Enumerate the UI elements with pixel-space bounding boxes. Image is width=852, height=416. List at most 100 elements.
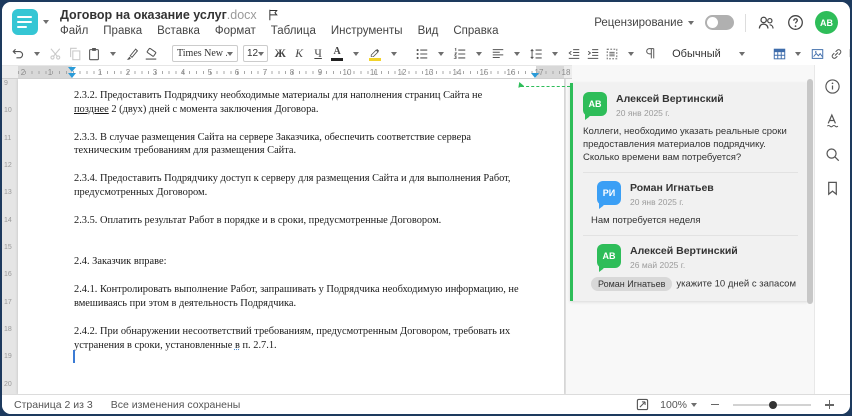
menu-tools[interactable]: Инструменты (331, 25, 403, 37)
zoom-level-dropdown[interactable]: 100% (660, 399, 697, 411)
left-indent-marker[interactable] (68, 73, 76, 78)
commented-text[interactable]: позднее (74, 104, 109, 115)
comment-main: АВ Алексей Вертинский 20 янв 2025 г. Кол… (583, 92, 798, 164)
caret-down-icon (738, 51, 745, 56)
insert-table-caret[interactable] (789, 44, 807, 63)
app-logo[interactable] (12, 9, 38, 35)
flag-icon[interactable] (267, 8, 280, 22)
menu-table[interactable]: Таблица (271, 25, 316, 37)
format-painter-button[interactable] (123, 44, 141, 63)
document-area[interactable]: 9 10 11 12 13 14 15 16 17 18 19 20 2.3.2… (2, 79, 566, 394)
vertical-ruler-number: 9 (4, 80, 8, 87)
paste-button[interactable] (85, 44, 103, 63)
mention-pill[interactable]: Роман Игнатьев (591, 277, 673, 291)
ruler-number: 3 (152, 68, 158, 77)
ruler-number: 11 (369, 68, 379, 77)
font-color-caret[interactable] (347, 44, 365, 63)
comment-author: Алексей Вертинский (630, 245, 738, 257)
spellcheck-button[interactable] (823, 110, 843, 130)
insert-link-button[interactable] (827, 44, 845, 63)
undo-button[interactable] (9, 44, 27, 63)
font-color-button[interactable]: А (328, 44, 346, 63)
logo-caret-icon[interactable] (43, 20, 49, 24)
vertical-ruler-number: 11 (4, 135, 12, 142)
show-paragraph-marks-button[interactable] (641, 44, 659, 63)
paragraph-2-4-2[interactable]: 2.4.2. При обнаружении несоответствий тр… (74, 325, 528, 353)
about-button[interactable] (823, 76, 843, 96)
align-button[interactable] (489, 44, 507, 63)
highlight-color-button[interactable] (366, 44, 384, 63)
comments-scrollbar[interactable] (807, 79, 813, 304)
ruler-number: 7 (262, 68, 268, 77)
paragraph-2-4-1[interactable]: 2.4.1. Контролировать выполнение Работ, … (74, 283, 528, 311)
search-button[interactable] (823, 144, 843, 164)
line-spacing-caret[interactable] (546, 44, 564, 63)
caret-down-icon (688, 20, 694, 25)
vertical-ruler-number: 19 (4, 353, 12, 360)
paragraph-2-4[interactable]: 2.4. Заказчик вправе: (74, 255, 528, 269)
numbered-list-button[interactable] (451, 44, 469, 63)
line-spacing-icon (530, 48, 542, 59)
comment-thread-card[interactable]: АВ Алексей Вертинский 20 янв 2025 г. Кол… (570, 83, 808, 301)
navigation-button[interactable] (823, 178, 843, 198)
comment-date: 26 май 2025 г. (630, 260, 686, 270)
paragraph-settings-caret[interactable] (622, 44, 640, 63)
cut-button (47, 44, 65, 63)
vertical-ruler-number: 15 (4, 244, 12, 251)
menu-help[interactable]: Справка (453, 25, 498, 37)
document-text[interactable]: 2.3.2. Предоставить Подрядчику необходим… (74, 89, 528, 366)
menu-insert[interactable]: Вставка (157, 25, 200, 37)
insert-table-button[interactable] (770, 44, 788, 63)
menu-view[interactable]: Вид (418, 25, 439, 37)
font-name-select[interactable]: Times New ... (172, 45, 238, 62)
right-sidebar (814, 65, 850, 394)
paragraph-2-3-3[interactable]: 2.3.3. В случае размещения Сайта на серв… (74, 131, 528, 159)
highlight-color-caret[interactable] (385, 44, 403, 63)
menu-file[interactable]: Файл (60, 25, 88, 37)
bookmark-icon (828, 181, 837, 195)
save-status: Все изменения сохранены (110, 398, 241, 411)
zoom-slider[interactable] (733, 399, 811, 411)
right-indent-marker[interactable] (531, 73, 539, 78)
numbered-list-caret[interactable] (470, 44, 488, 63)
paragraph-2-3-2[interactable]: 2.3.2. Предоставить Подрядчику необходим… (74, 89, 528, 117)
comments-panel: АВ Алексей Вертинский 20 янв 2025 г. Кол… (566, 65, 814, 394)
bold-button[interactable]: Ж (271, 44, 289, 63)
paragraph-settings-button[interactable] (603, 44, 621, 63)
menu-edit[interactable]: Правка (103, 25, 142, 37)
italic-button[interactable]: К (290, 44, 308, 63)
caret-down-icon (227, 51, 233, 56)
fit-width-button[interactable] (633, 395, 651, 414)
insert-comment-button[interactable] (846, 44, 850, 63)
paragraph-2-3-5[interactable]: 2.3.5. Оплатить результат Работ в порядк… (74, 214, 528, 228)
zoom-out-button[interactable] (706, 395, 724, 414)
help-button[interactable] (786, 13, 804, 32)
document-page[interactable]: 2.3.2. Предоставить Подрядчику необходим… (18, 79, 564, 394)
clear-style-button[interactable] (142, 44, 160, 63)
collaboration-users-button[interactable] (757, 13, 775, 32)
paragraph-2-3-4[interactable]: 2.3.4. Предоставить Подрядчику доступ к … (74, 172, 528, 200)
paragraph-style-select[interactable]: Обычный (672, 48, 752, 60)
comment-author: Алексей Вертинский (616, 93, 724, 105)
font-size-select[interactable]: 12 (243, 45, 269, 62)
review-mode-dropdown[interactable]: Рецензирование (594, 17, 694, 29)
bullet-list-caret[interactable] (432, 44, 450, 63)
page-indicator[interactable]: Страница 2 из 3 (14, 399, 93, 411)
insert-image-button[interactable] (808, 44, 826, 63)
review-toggle[interactable] (705, 15, 734, 30)
ruler-number: 4 (180, 68, 186, 77)
undo-caret[interactable] (28, 44, 46, 63)
bullet-list-button[interactable] (413, 44, 431, 63)
first-line-indent-marker[interactable] (68, 67, 76, 72)
decrease-indent-button[interactable] (565, 44, 583, 63)
paste-caret[interactable] (104, 44, 122, 63)
horizontal-ruler[interactable]: 2 1 1 2 3 4 5 6 7 8 9 10 11 12 13 14 15 … (2, 65, 572, 79)
zoom-in-button[interactable] (820, 395, 838, 414)
increase-indent-button[interactable] (584, 44, 602, 63)
align-caret[interactable] (508, 44, 526, 63)
menu-format[interactable]: Формат (215, 25, 256, 37)
zoom-slider-thumb[interactable] (769, 400, 777, 409)
line-spacing-button[interactable] (527, 44, 545, 63)
user-avatar[interactable]: АВ (815, 11, 838, 34)
underline-button[interactable]: Ч (309, 44, 327, 63)
